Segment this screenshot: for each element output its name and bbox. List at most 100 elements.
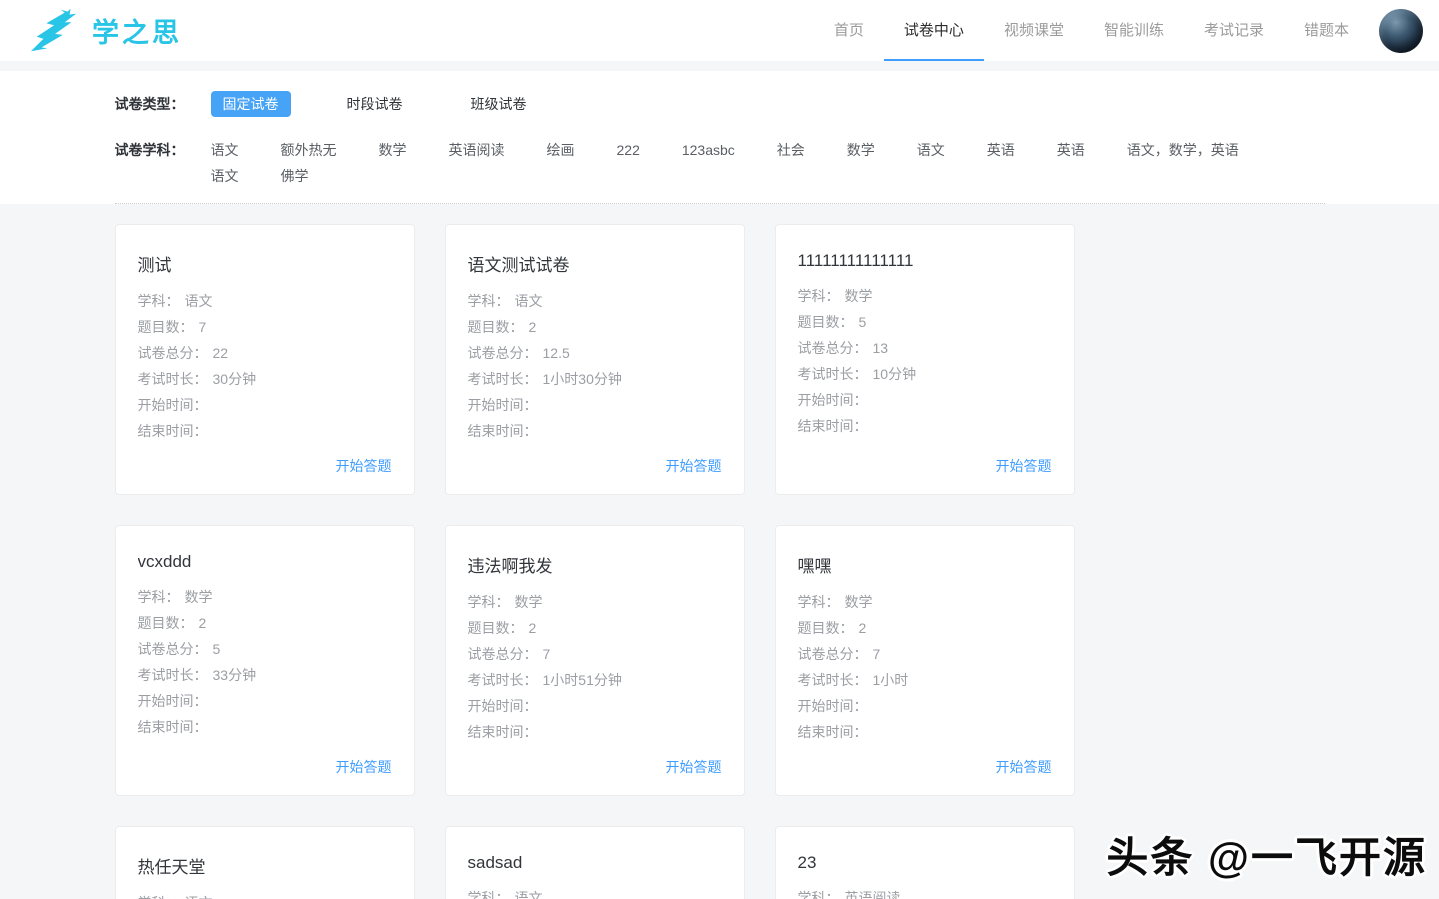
card-field-subject: 学科： 语文	[468, 885, 722, 899]
card-field-duration: 考试时长： 10分钟	[798, 361, 1052, 387]
card-field-total-score: 试卷总分： 12.5	[468, 340, 722, 366]
exam-card: 11111111111111 学科： 数学 题目数： 5 试卷总分： 13 考试时长： 10分钟…	[774, 224, 1075, 495]
start-exam-link[interactable]: 开始答题	[798, 757, 1052, 777]
field-label: 开始时间：	[467, 397, 538, 413]
card-field-start-time: 开始时间：	[138, 688, 392, 714]
subject-option[interactable]: 123asbc	[682, 137, 735, 163]
field-value: 语文	[184, 293, 213, 309]
subject-option[interactable]: 社会	[777, 137, 805, 163]
card-field-start-time: 开始时间：	[798, 387, 1052, 413]
field-label: 考试时长：	[467, 371, 538, 387]
card-field-end-time: 结束时间：	[798, 413, 1052, 439]
subject-option[interactable]: 绘画	[547, 137, 575, 163]
field-value: 33分钟	[212, 667, 257, 683]
card-field-end-time: 结束时间：	[468, 719, 722, 745]
filter-inner: 试卷类型： 固定试卷 时段试卷 班级试卷 试卷学科： 语文 额外热无 数学 英语阅读 绘画 2…	[114, 71, 1325, 204]
field-label: 结束时间：	[467, 423, 538, 439]
exam-title: 语文测试试卷	[467, 256, 570, 275]
exam-title: vcxddd	[137, 552, 192, 571]
start-exam-link[interactable]: 开始答题	[798, 456, 1052, 476]
exam-title: 11111111111111	[797, 251, 914, 270]
card-field-question-count: 题目数： 5	[798, 309, 1052, 335]
subject-option[interactable]: 额外热无	[281, 137, 337, 163]
card-field-start-time: 开始时间：	[798, 693, 1052, 719]
field-value: 数学	[184, 589, 213, 605]
field-value: 英语阅读	[844, 890, 901, 899]
field-value: 2	[198, 615, 207, 631]
main-content: 试卷类型： 固定试卷 时段试卷 班级试卷 试卷学科： 语文 额外热无 数学 英语阅读 绘画 2…	[0, 61, 1439, 899]
subject-option[interactable]: 语文，数学，英语	[1127, 137, 1239, 163]
card-field-question-count: 题目数： 2	[468, 314, 722, 340]
subject-option[interactable]: 英语阅读	[449, 137, 505, 163]
field-label: 开始时间：	[467, 698, 538, 714]
subject-option[interactable]: 数学	[379, 137, 407, 163]
nav-item[interactable]: 错题本	[1284, 0, 1369, 61]
nav-item[interactable]: 智能训练	[1084, 0, 1184, 61]
nav-item[interactable]: 考试记录	[1184, 0, 1284, 61]
start-exam-link[interactable]: 开始答题	[138, 757, 392, 777]
subject-option[interactable]: 语文	[917, 137, 945, 163]
field-value: 数学	[844, 594, 873, 610]
paper-type-option[interactable]: 时段试卷	[335, 91, 415, 117]
field-value: 12.5	[542, 345, 570, 361]
field-label: 开始时间：	[137, 693, 208, 709]
nav-item[interactable]: 首页	[814, 0, 884, 61]
field-value: 30分钟	[212, 371, 257, 387]
field-label: 试卷总分：	[467, 345, 538, 361]
subject-option[interactable]: 佛学	[281, 163, 309, 189]
exam-card: 违法啊我发 学科： 数学 题目数： 2 试卷总分： 7 考试时长： 1小时51分钟 开始时间： 结束…	[444, 525, 745, 796]
exam-title: 嘿嘿	[797, 557, 832, 576]
card-field-question-count: 题目数： 7	[138, 314, 392, 340]
start-exam-link[interactable]: 开始答题	[468, 757, 722, 777]
card-field-total-score: 试卷总分： 7	[468, 641, 722, 667]
field-label: 题目数：	[467, 620, 524, 636]
card-field-subject: 学科： 数学	[798, 589, 1052, 615]
field-value: 1小时30分钟	[542, 371, 622, 387]
field-label: 试卷总分：	[797, 340, 868, 356]
field-label: 试卷总分：	[467, 646, 538, 662]
field-value: 7	[198, 319, 207, 335]
subject-option[interactable]: 语文	[211, 163, 239, 189]
paper-type-option[interactable]: 班级试卷	[459, 91, 539, 117]
nav-item[interactable]: 视频课堂	[984, 0, 1084, 61]
card-field-end-time: 结束时间：	[798, 719, 1052, 745]
subject-option[interactable]: 英语	[987, 137, 1015, 163]
paper-type-options: 固定试卷 时段试卷 班级试卷	[210, 91, 583, 117]
header: 学之思 首页 试卷中心 视频课堂 智能训练 考试记录 错题本	[0, 0, 1439, 61]
card-field-duration: 考试时长： 1小时	[798, 667, 1052, 693]
subject-option[interactable]: 数学	[847, 137, 875, 163]
brand-name: 学之思	[92, 18, 182, 48]
main-nav: 首页 试卷中心 视频课堂 智能训练 考试记录 错题本	[814, 0, 1369, 61]
field-label: 题目数：	[137, 319, 194, 335]
deer-logo-icon	[28, 8, 86, 54]
start-exam-link[interactable]: 开始答题	[468, 456, 722, 476]
paper-type-label: 试卷类型：	[114, 96, 185, 112]
field-label: 题目数：	[467, 319, 524, 335]
field-value: 语文	[514, 293, 543, 309]
field-label: 学科：	[467, 293, 510, 309]
field-label: 考试时长：	[137, 371, 208, 387]
field-value: 2	[858, 620, 867, 636]
brand-logo[interactable]: 学之思	[28, 8, 182, 54]
field-label: 题目数：	[797, 314, 854, 330]
card-field-start-time: 开始时间：	[468, 392, 722, 418]
subject-option[interactable]: 语文	[211, 137, 239, 163]
field-label: 学科：	[467, 890, 510, 899]
subject-option[interactable]: 222	[617, 137, 640, 163]
nav-item[interactable]: 试卷中心	[883, 0, 984, 61]
card-field-end-time: 结束时间：	[468, 418, 722, 444]
field-label: 学科：	[137, 293, 180, 309]
card-field-subject: 学科： 英语阅读	[798, 885, 1052, 899]
card-field-duration: 考试时长： 1小时30分钟	[468, 366, 722, 392]
field-label: 试卷总分：	[137, 345, 208, 361]
paper-type-option[interactable]: 固定试卷	[210, 91, 291, 117]
start-exam-link[interactable]: 开始答题	[138, 456, 392, 476]
field-value: 1小时51分钟	[542, 672, 622, 688]
avatar[interactable]	[1379, 8, 1423, 53]
field-label: 结束时间：	[137, 719, 208, 735]
subject-option[interactable]: 英语	[1057, 137, 1085, 163]
field-value: 2	[528, 620, 537, 636]
card-field-subject: 学科： 数学	[798, 283, 1052, 309]
card-field-duration: 考试时长： 33分钟	[138, 662, 392, 688]
field-label: 结束时间：	[137, 423, 208, 439]
